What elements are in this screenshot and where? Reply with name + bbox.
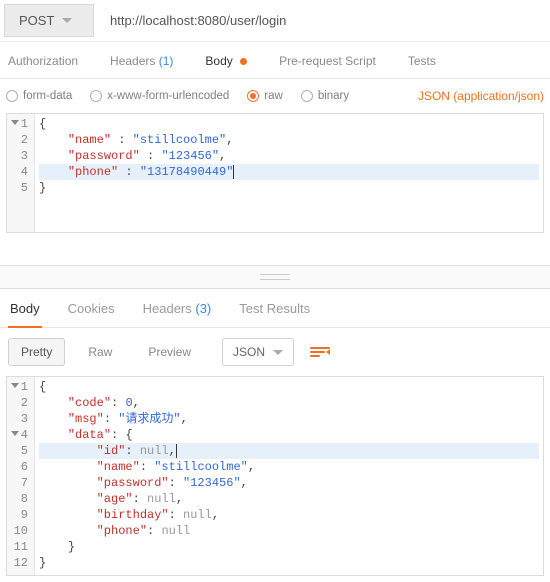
request-body-editor[interactable]: 1 2 3 4 5 { "name" : "stillcoolme", "pas… (6, 113, 544, 233)
radio-icon (247, 90, 259, 102)
view-preview-button[interactable]: Preview (135, 338, 204, 366)
text-cursor-icon (233, 165, 234, 179)
chevron-down-icon (62, 18, 72, 23)
tab-body-label: Body (205, 54, 232, 68)
response-body-editor[interactable]: 1 2 3 4 5 6 7 8 9 10 11 12 { "code": 0, … (6, 376, 544, 576)
fold-arrow-icon (11, 383, 19, 388)
resp-tab-headers[interactable]: Headers (3) (141, 301, 214, 327)
tab-headers[interactable]: Headers (1) (108, 54, 175, 78)
resp-tab-cookies[interactable]: Cookies (66, 301, 117, 327)
resp-headers-count-badge: (3) (195, 301, 211, 316)
radio-formdata[interactable]: form-data (6, 90, 72, 102)
tab-body[interactable]: Body (203, 54, 249, 78)
resp-tab-headers-label: Headers (143, 301, 192, 316)
chevron-down-icon (273, 350, 283, 355)
radio-urlencoded[interactable]: x-www-form-urlencoded (90, 90, 229, 102)
editor-gutter: 1 2 3 4 5 (7, 114, 35, 232)
fold-arrow-icon (11, 120, 19, 125)
request-row: POST (0, 0, 550, 42)
editor-gutter: 1 2 3 4 5 6 7 8 9 10 11 12 (7, 377, 35, 575)
radio-raw-label: raw (264, 90, 283, 102)
body-type-row: form-data x-www-form-urlencoded raw bina… (0, 79, 550, 113)
format-label: JSON (233, 345, 265, 359)
wrap-lines-icon[interactable] (310, 342, 330, 362)
view-pretty-button[interactable]: Pretty (8, 338, 65, 366)
radio-icon (6, 90, 18, 102)
tab-prerequest[interactable]: Pre-request Script (277, 54, 378, 78)
radio-formdata-label: form-data (23, 90, 72, 102)
radio-icon (301, 90, 313, 102)
fold-arrow-icon (11, 431, 19, 436)
radio-icon (90, 90, 102, 102)
method-dropdown[interactable]: POST (4, 4, 94, 37)
response-tabs: Body Cookies Headers (3) Test Results (0, 289, 550, 328)
radio-binary-label: binary (318, 90, 349, 102)
headers-count-badge: (1) (159, 54, 174, 68)
resp-tab-test-results[interactable]: Test Results (237, 301, 312, 327)
pane-divider[interactable] (0, 265, 550, 289)
content-type-dropdown[interactable]: JSON (application/json) (418, 89, 544, 103)
tab-authorization[interactable]: Authorization (6, 54, 80, 78)
unsaved-dot-icon (240, 58, 247, 65)
url-input[interactable] (100, 4, 546, 37)
view-raw-button[interactable]: Raw (75, 338, 125, 366)
request-tabs: Authorization Headers (1) Body Pre-reque… (0, 42, 550, 79)
response-toolbar: Pretty Raw Preview JSON (0, 328, 550, 376)
text-cursor-icon (176, 444, 177, 458)
radio-urlencoded-label: x-www-form-urlencoded (107, 90, 229, 102)
radio-binary[interactable]: binary (301, 90, 349, 102)
code-area[interactable]: { "code": 0, "msg": "请求成功", "data": { "i… (35, 377, 543, 575)
resp-tab-body[interactable]: Body (8, 301, 42, 328)
method-label: POST (19, 13, 54, 28)
code-area[interactable]: { "name" : "stillcoolme", "password" : "… (35, 114, 543, 232)
radio-raw[interactable]: raw (247, 90, 283, 102)
format-dropdown[interactable]: JSON (222, 338, 294, 366)
tab-headers-label: Headers (110, 54, 155, 68)
tab-tests[interactable]: Tests (406, 54, 438, 78)
